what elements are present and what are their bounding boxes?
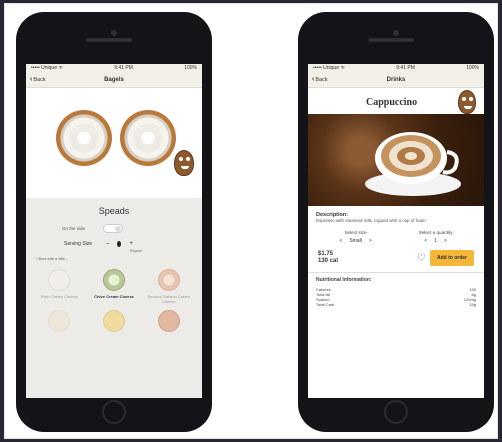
increment-button[interactable]: + <box>129 241 133 247</box>
nav-bar: ‹ Back Drinks <box>308 72 484 88</box>
spread-option[interactable]: Smoked Salmon Cream Cheese <box>141 269 196 304</box>
home-button[interactable] <box>102 400 126 424</box>
battery-label: 100% <box>184 65 197 71</box>
bagels-screen: ••••• Unique ᯤ 9:41 PM 100% ‹ Back Bagel… <box>26 64 202 398</box>
price-row: $1.75 130 cal ♡ Add to order <box>308 244 484 272</box>
size-prev-button[interactable]: < <box>339 238 342 244</box>
front-camera <box>111 30 117 36</box>
smoked-salmon-cream-cheese-icon <box>157 269 180 291</box>
add-to-order-button[interactable]: Add to order <box>430 250 474 266</box>
size-next-button[interactable]: > <box>369 238 372 244</box>
speaker-grille <box>86 38 132 42</box>
spread-options-grid: Plain Cream Cheese Chive Cream Cheese Sm… <box>26 265 202 339</box>
bagel-mascot-icon <box>174 150 194 176</box>
quantity-selector: Select a quantity < 1 > <box>419 230 453 244</box>
quantity-next-button[interactable]: > <box>444 238 447 244</box>
size-value: Small <box>349 238 362 244</box>
spreads-heading: Speads <box>98 206 130 216</box>
time-label: 9:41 PM <box>396 65 415 71</box>
price-block: $1.75 130 cal <box>318 251 338 265</box>
spread-icon <box>157 310 180 332</box>
bagel-image <box>120 110 176 166</box>
on-the-side-toggle[interactable] <box>103 223 124 233</box>
nutrition-row: Total Carb 15g <box>316 302 476 307</box>
description-text: Espresso with steamed milk, topped with … <box>316 218 426 223</box>
on-the-side-row: On the side <box>26 220 202 236</box>
cappuccino-hero-image <box>308 114 484 206</box>
nutrient-value: 15g <box>469 302 476 307</box>
back-button[interactable]: ‹ Back <box>312 76 328 83</box>
spread-option[interactable] <box>87 310 142 335</box>
quantity-value: 1 <box>434 238 437 244</box>
cappuccino-cup-icon <box>365 132 461 196</box>
product-title-area: Cappuccino <box>308 88 484 114</box>
status-bar: ••••• Unique ᯤ 9:41 PM 100% <box>26 64 202 72</box>
nutrition-heading: Nutritional Information: <box>316 277 372 283</box>
quantity-prev-button[interactable]: < <box>424 238 427 244</box>
speaker-grille <box>368 38 414 42</box>
bagel-hero-image <box>26 88 202 198</box>
option-selectors: Select size < Small > Select a quantity … <box>308 226 484 244</box>
nutrient-name: Total Carb <box>316 302 335 307</box>
nav-bar: ‹ Back Bagels <box>26 72 202 88</box>
select-quantity-label: Select a quantity <box>418 230 453 235</box>
battery-label: 100% <box>466 65 479 71</box>
spread-option-label: Chive Cream Cheese <box>94 294 134 299</box>
spread-icon <box>48 310 71 332</box>
calories-label: 130 cal <box>318 258 339 264</box>
chevron-left-icon: ‹ <box>312 76 315 83</box>
spread-option-label: Plain Cream Cheese <box>40 294 78 299</box>
price-label: $1.75 <box>318 251 334 257</box>
spread-note: * Best with a little... <box>36 257 69 261</box>
nav-title: Drinks <box>386 76 406 83</box>
spread-option[interactable] <box>32 310 87 335</box>
description-section: Description: Espresso with steamed milk,… <box>308 206 484 226</box>
front-camera <box>393 30 399 36</box>
size-selector: Select size < Small > <box>339 230 371 244</box>
spread-option-label: Smoked Salmon Cream Cheese <box>147 294 190 304</box>
chevron-left-icon: ‹ <box>30 76 33 83</box>
spread-option[interactable] <box>141 310 196 335</box>
home-button[interactable] <box>384 400 408 424</box>
chive-cream-cheese-icon <box>102 269 125 291</box>
decrement-button[interactable]: – <box>106 241 109 247</box>
spreads-panel: Speads On the side Serving Size – + Regu… <box>26 198 202 398</box>
serving-size-label: Serving Size <box>64 241 93 247</box>
drinks-screen: ••••• Unique ᯤ 9:41 PM 100% ‹ Back Drink… <box>308 64 484 398</box>
time-label: 9:41 PM <box>114 65 133 71</box>
carrier-label: ••••• Unique ᯤ <box>313 65 345 71</box>
phone-left: ••••• Unique ᯤ 9:41 PM 100% ‹ Back Bagel… <box>16 12 212 432</box>
back-button[interactable]: ‹ Back <box>30 76 46 83</box>
spread-option-selected[interactable]: Chive Cream Cheese <box>87 269 142 304</box>
serving-size-indicator-icon <box>117 241 122 247</box>
nav-title: Bagels <box>104 76 124 83</box>
spread-option[interactable]: Plain Cream Cheese <box>32 269 87 304</box>
status-bar: ••••• Unique ᯤ 9:41 PM 100% <box>308 64 484 72</box>
product-title: Cappuccino <box>366 97 418 108</box>
back-label: Back <box>315 76 328 83</box>
back-label: Back <box>33 76 46 83</box>
select-size-label: Select size <box>344 230 367 235</box>
coffee-mascot-icon <box>458 90 476 114</box>
serving-size-stepper[interactable]: – + <box>106 241 133 247</box>
nutrition-section: Nutritional Information: Calories 130 To… <box>308 272 484 311</box>
plain-cream-cheese-icon <box>48 269 71 291</box>
favorite-heart-icon[interactable]: ♡ <box>417 253 426 264</box>
on-the-side-label: On the side <box>62 225 86 231</box>
bagel-image <box>56 110 112 166</box>
phone-right: ••••• Unique ᯤ 9:41 PM 100% ‹ Back Drink… <box>298 12 494 432</box>
carrier-label: ••••• Unique ᯤ <box>31 65 63 71</box>
butter-icon <box>102 310 125 332</box>
